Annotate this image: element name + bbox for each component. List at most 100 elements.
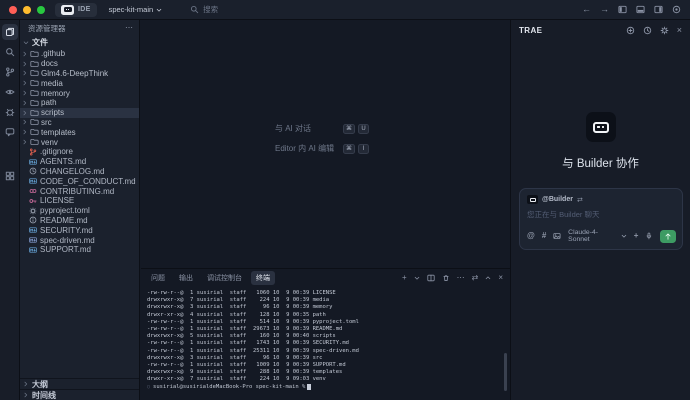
tree-file-row[interactable]: CONTRIBUTING.md	[20, 186, 139, 196]
zoom-window-button[interactable]	[37, 6, 45, 14]
model-selector[interactable]: Claude-4-Sonnet	[568, 229, 627, 243]
new-terminal-button[interactable]: +	[402, 274, 407, 282]
explorer-files-icon	[5, 27, 15, 37]
sidebar-item-explorer[interactable]	[2, 24, 18, 40]
close-panel-icon[interactable]: ×	[498, 274, 503, 282]
tree-file-row[interactable]: CHANGELOG.md	[20, 167, 139, 177]
tree-folder-row[interactable]: venv	[20, 137, 139, 147]
tree-file-row[interactable]: LICENSE	[20, 196, 139, 206]
switch-agent-icon[interactable]: ⇄	[577, 196, 583, 204]
folder-name: .github	[41, 49, 65, 58]
tab-problems[interactable]: 问题	[146, 271, 170, 285]
tree-folder-row[interactable]: scripts	[20, 108, 139, 118]
tree-folder-row[interactable]: docs	[20, 59, 139, 69]
add-model-icon[interactable]: +	[634, 232, 639, 240]
outline-section-header[interactable]: 大纲	[20, 378, 139, 389]
sidebar-item-source-control[interactable]	[2, 64, 18, 80]
settings-gear-icon[interactable]	[660, 26, 669, 35]
folder-name: media	[41, 79, 63, 88]
tree-file-row[interactable]: SUPPORT.md	[20, 245, 139, 255]
trae-ide-window: IDE spec-kit-main 搜索 ← →	[0, 0, 690, 400]
mention-at-icon[interactable]: @	[527, 232, 535, 240]
chevron-right-icon	[22, 129, 28, 135]
tree-file-row[interactable]: CODE_OF_CONDUCT.md	[20, 176, 139, 186]
account-icon[interactable]	[672, 5, 681, 14]
new-chat-icon[interactable]	[626, 26, 635, 35]
chevron-right-icon	[22, 110, 28, 116]
folder-name: venv	[41, 138, 58, 147]
tree-folder-row[interactable]: Glm4.6-DeepThink	[20, 69, 139, 79]
explorer-title: 资源管理器	[28, 23, 66, 34]
trash-icon[interactable]	[442, 274, 450, 282]
close-panel-icon[interactable]: ×	[677, 26, 682, 35]
project-switcher[interactable]: spec-kit-main	[109, 5, 163, 14]
tree-folder-row[interactable]: .github	[20, 49, 139, 59]
app-menu-button[interactable]: IDE	[55, 3, 97, 17]
history-icon[interactable]	[643, 26, 652, 35]
minimize-window-button[interactable]	[23, 6, 31, 14]
terminal-profile-chevron-icon[interactable]	[414, 275, 420, 281]
chat-toolbar: @ # Claude-4-Sonnet +	[527, 229, 676, 243]
sidebar-item-chat[interactable]	[2, 124, 18, 140]
tree-file-row[interactable]: AGENTS.md	[20, 157, 139, 167]
folder-icon	[30, 109, 39, 117]
file-name: LICENSE	[40, 196, 74, 205]
microphone-icon[interactable]	[645, 232, 653, 240]
toggle-left-panel-button[interactable]	[618, 5, 627, 14]
split-terminal-icon[interactable]	[427, 274, 435, 282]
close-window-button[interactable]	[9, 6, 17, 14]
chevron-right-icon	[22, 100, 28, 106]
file-type-icon	[29, 207, 37, 215]
image-attach-icon[interactable]	[553, 232, 561, 240]
trae-panel-title: TRAE	[519, 26, 542, 35]
tree-file-row[interactable]: .gitignore	[20, 147, 139, 157]
file-name: SECURITY.md	[40, 226, 93, 235]
sidebar-item-watch[interactable]	[2, 84, 18, 100]
swap-panel-icon[interactable]: ⇄	[472, 274, 479, 282]
sidebar-item-search[interactable]	[2, 44, 18, 60]
terminal[interactable]: -rw-rw-r--@ 1 susirial staff 1060 10 9 0…	[147, 290, 502, 391]
tree-file-row[interactable]: pyproject.toml	[20, 206, 139, 216]
global-search[interactable]: 搜索	[190, 4, 218, 15]
tree-folder-row[interactable]: memory	[20, 88, 139, 98]
navigate-forward-button[interactable]: →	[600, 5, 609, 14]
tab-output[interactable]: 输出	[174, 271, 198, 285]
maximize-panel-chevron-icon[interactable]	[485, 275, 491, 281]
tab-debug-console[interactable]: 调试控制台	[202, 271, 247, 285]
titlebar-actions: ← →	[582, 5, 690, 14]
timeline-section-header[interactable]: 时间线	[20, 389, 139, 400]
explorer-more-actions-button[interactable]: ⋯	[125, 24, 133, 32]
sidebar-item-extensions[interactable]	[2, 168, 18, 184]
chat-input-placeholder[interactable]: 您正在与 Builder 聊天	[527, 209, 675, 220]
chat-input-card[interactable]: @Builder ⇄ 您正在与 Builder 聊天 @ # Claude-4-…	[519, 188, 683, 250]
file-tree: .github docs Glm4.6-DeepThink media memo…	[20, 49, 139, 255]
file-type-icon	[29, 236, 37, 244]
tree-folder-row[interactable]: media	[20, 78, 139, 88]
tree-folder-row[interactable]: src	[20, 118, 139, 128]
file-name: SUPPORT.md	[40, 245, 91, 254]
file-name: pyproject.toml	[40, 206, 90, 215]
context-hash-icon[interactable]: #	[542, 232, 546, 240]
sidebar-item-debug[interactable]	[2, 104, 18, 120]
agent-mention[interactable]: @Builder	[542, 196, 573, 203]
toggle-right-panel-button[interactable]	[654, 5, 663, 14]
send-button[interactable]	[660, 230, 676, 243]
chevron-down-icon	[621, 233, 627, 239]
tree-file-row[interactable]: spec-driven.md	[20, 235, 139, 245]
activity-bar	[0, 20, 20, 400]
more-actions-icon[interactable]: ⋯	[457, 274, 465, 282]
terminal-scrollbar[interactable]	[504, 353, 507, 391]
toggle-bottom-panel-button[interactable]	[636, 5, 645, 14]
panel-tab-bar: 问题 输出 调试控制台 终端 + ⋯ ⇄ ×	[141, 269, 510, 286]
navigate-back-button[interactable]: ←	[582, 5, 591, 14]
app-label: IDE	[78, 6, 91, 13]
search-icon	[190, 5, 199, 14]
tree-folder-row[interactable]: path	[20, 98, 139, 108]
tab-terminal[interactable]: 终端	[251, 271, 275, 285]
tree-file-row[interactable]: README.md	[20, 216, 139, 226]
editor-area[interactable]: 与 AI 对话 ⌘ U Editor 内 AI 编辑 ⌘ I	[141, 20, 510, 268]
grid-icon	[5, 171, 15, 181]
tree-folder-row[interactable]: templates	[20, 127, 139, 137]
files-section-header[interactable]: 文件	[20, 36, 139, 49]
tree-file-row[interactable]: SECURITY.md	[20, 225, 139, 235]
